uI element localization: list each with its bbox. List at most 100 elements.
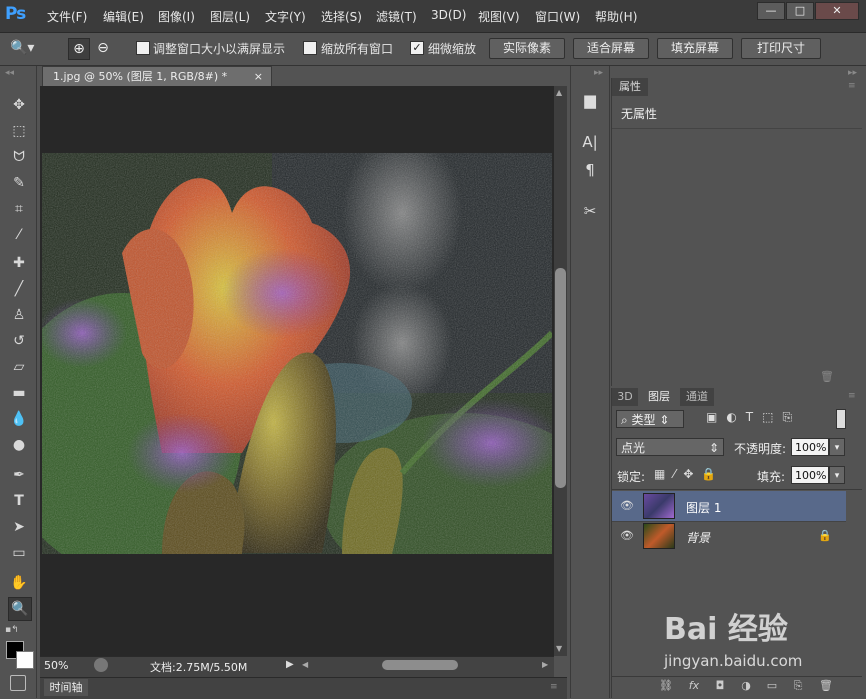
menu-3d[interactable]: 3D(D) <box>431 8 466 22</box>
menu-view[interactable]: 视图(V) <box>478 8 520 25</box>
status-expand-icon[interactable]: ▶ <box>286 659 294 670</box>
document-tab-close-icon[interactable]: × <box>254 67 263 87</box>
menu-type[interactable]: 文字(Y) <box>265 8 306 25</box>
new-layer-icon[interactable]: ⎘ <box>790 679 806 693</box>
menu-edit[interactable]: 编辑(E) <box>103 8 144 25</box>
history-brush-tool-icon[interactable]: ↺ <box>8 330 30 352</box>
layer-style-icon[interactable]: fx <box>686 679 702 692</box>
document-info-text: 文档:2.75M/5.50M <box>150 661 248 674</box>
layer1-thumbnail[interactable] <box>643 493 675 519</box>
filter-toggle-switch[interactable] <box>836 409 846 429</box>
opacity-input[interactable]: 100% <box>791 438 829 456</box>
background-color-swatch[interactable] <box>16 651 34 669</box>
dodge-tool-icon[interactable]: ● <box>8 434 30 456</box>
opacity-dropdown-icon[interactable]: ▾ <box>829 438 845 456</box>
resize-windows-checkbox[interactable] <box>136 41 150 55</box>
history-panel-icon[interactable]: ▆ <box>579 89 601 111</box>
new-group-icon[interactable]: ▭ <box>764 679 780 692</box>
layer-filter-icons[interactable]: ▣◐T⬚⎘ <box>706 410 801 425</box>
layer-filter-select[interactable]: ⌕ 类型 ⇕ <box>616 410 684 428</box>
menu-layer[interactable]: 图层(L) <box>210 8 250 25</box>
properties-menu-icon[interactable]: ≡ <box>848 81 856 91</box>
rectangle-tool-icon[interactable]: ▭ <box>8 542 30 564</box>
document-tab-title: 1.jpg @ 50% (图层 1, RGB/8#) * <box>53 70 228 83</box>
layer1-visibility-eye-icon[interactable]: 👁 <box>620 499 634 513</box>
blur-tool-icon[interactable]: 💧 <box>8 408 30 430</box>
zoom-all-checkbox[interactable] <box>303 41 317 55</box>
zoom-out-icon[interactable]: ⊖ <box>93 38 113 58</box>
scroll-down-icon[interactable]: ▼ <box>556 644 562 653</box>
zoom-level-field[interactable]: 50% <box>44 658 84 674</box>
zoom-tool-preset-icon[interactable]: 🔍▾ <box>10 38 54 58</box>
actual-pixels-button[interactable]: 实际像素 <box>489 38 565 59</box>
character-panel-icon[interactable]: A| <box>579 131 601 153</box>
gradient-tool-icon[interactable]: ▬ <box>8 382 30 404</box>
restore-button[interactable]: □ <box>786 2 814 20</box>
properties-tab[interactable]: 属性 <box>612 78 648 96</box>
background-thumbnail[interactable] <box>643 523 675 549</box>
healing-brush-tool-icon[interactable]: ✚ <box>8 252 30 274</box>
close-button[interactable]: ✕ <box>815 2 859 20</box>
eyedropper-tool-icon[interactable]: ⁄ <box>8 224 30 246</box>
panel-collapse-icon[interactable]: ◂◂ <box>5 68 14 78</box>
background-layer-name[interactable]: 背景 <box>686 529 710 546</box>
fill-input[interactable]: 100% <box>791 466 829 484</box>
tab-channels[interactable]: 通道 <box>680 388 714 406</box>
tab-3d[interactable]: 3D <box>612 388 638 406</box>
zoom-tool-icon[interactable]: 🔍 <box>8 597 32 621</box>
dock-collapse-icon[interactable]: ▸▸ <box>594 68 603 78</box>
timeline-tab[interactable]: 时间轴 <box>44 679 88 696</box>
menu-filter[interactable]: 滤镜(T) <box>376 8 417 25</box>
timeline-panel <box>40 677 567 699</box>
minimize-button[interactable]: — <box>757 2 785 20</box>
menu-window[interactable]: 窗口(W) <box>535 8 580 25</box>
paragraph-panel-icon[interactable]: ¶ <box>579 159 601 181</box>
zoom-in-icon[interactable]: ⊕ <box>68 38 90 60</box>
scroll-up-icon[interactable]: ▲ <box>556 88 562 97</box>
eraser-tool-icon[interactable]: ▱ <box>8 356 30 378</box>
scroll-right-icon[interactable]: ▶ <box>542 660 548 669</box>
menu-image[interactable]: 图像(I) <box>158 8 195 25</box>
pen-tool-icon[interactable]: ✒ <box>8 464 30 486</box>
quick-selection-tool-icon[interactable]: ✎ <box>8 172 30 194</box>
quick-mask-icon[interactable] <box>10 675 26 691</box>
menu-help[interactable]: 帮助(H) <box>595 8 637 25</box>
link-layers-icon[interactable]: ⛓ <box>658 679 674 692</box>
tab-layers[interactable]: 图层 <box>640 388 678 406</box>
brush-tool-icon[interactable]: ╱ <box>8 278 30 300</box>
marquee-tool-icon[interactable]: ⬚ <box>8 120 30 142</box>
add-mask-icon[interactable]: ◘ <box>712 679 728 692</box>
delete-layer-icon[interactable]: 🗑 <box>818 679 834 692</box>
move-tool-icon[interactable]: ✥ <box>8 94 30 116</box>
path-selection-tool-icon[interactable]: ➤ <box>8 516 30 538</box>
layers-menu-icon[interactable]: ≡ <box>848 391 856 401</box>
layer1-name[interactable]: 图层 1 <box>686 499 721 516</box>
lock-icons[interactable]: ▦⁄✥🔒 <box>654 467 724 481</box>
lasso-tool-icon[interactable]: ᗢ <box>8 146 30 168</box>
fill-dropdown-icon[interactable]: ▾ <box>829 466 845 484</box>
hand-tool-icon[interactable]: ✋ <box>8 572 30 594</box>
print-size-button[interactable]: 打印尺寸 <box>741 38 821 59</box>
fit-screen-button[interactable]: 适合屏幕 <box>573 38 649 59</box>
blend-mode-select[interactable]: 点光 ⇕ <box>616 438 724 456</box>
scrubby-zoom-checkbox[interactable]: ✓ <box>410 41 424 55</box>
type-tool-icon[interactable]: T <box>8 490 30 512</box>
menu-file[interactable]: 文件(F) <box>47 8 87 25</box>
default-colors-icon[interactable]: ▪↰ <box>5 625 19 635</box>
scroll-left-icon[interactable]: ◀ <box>302 660 308 669</box>
photoshop-logo: Ps <box>5 4 26 24</box>
adjustment-layer-icon[interactable]: ◑ <box>738 679 754 692</box>
document-tab[interactable]: 1.jpg @ 50% (图层 1, RGB/8#) * × <box>42 66 272 86</box>
tool-presets-icon[interactable]: ✂ <box>579 200 601 222</box>
crop-tool-icon[interactable]: ⌗ <box>8 198 30 220</box>
fill-screen-button[interactable]: 填充屏幕 <box>657 38 733 59</box>
document-image[interactable] <box>42 153 552 554</box>
menu-select[interactable]: 选择(S) <box>321 8 362 25</box>
canvas-vertical-scroll-thumb[interactable] <box>555 268 566 488</box>
canvas-horizontal-scroll-thumb[interactable] <box>382 660 458 670</box>
background-visibility-eye-icon[interactable]: 👁 <box>620 529 634 543</box>
timeline-menu-icon[interactable]: ≡ <box>550 682 558 692</box>
properties-collapse-icon[interactable]: ▸▸ <box>848 68 857 78</box>
clone-stamp-tool-icon[interactable]: ♙ <box>8 304 30 326</box>
status-menu-icon[interactable] <box>94 658 108 672</box>
